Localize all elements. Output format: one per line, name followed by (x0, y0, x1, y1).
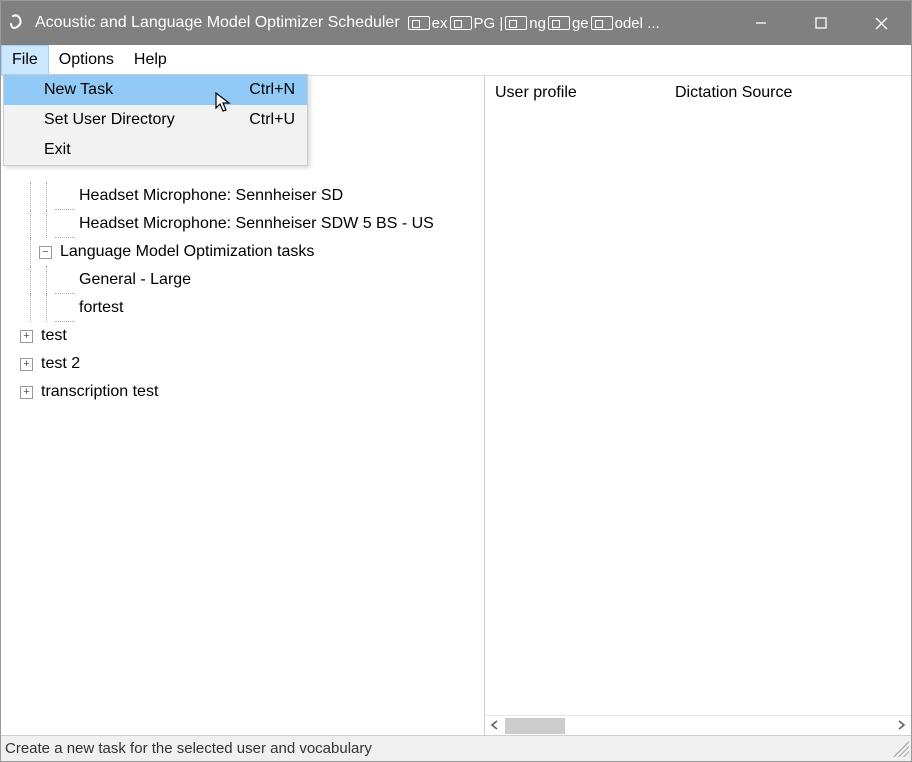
tree-item[interactable]: Headset Microphone: Sennheiser SDW 5 BS … (7, 210, 478, 238)
tree-item-label: transcription test (37, 383, 158, 401)
title-extra: ex PG | ng ge odel ... (406, 15, 660, 32)
tree-item-label: Headset Microphone: Sennheiser SDW 5 BS … (75, 215, 434, 233)
menu-file[interactable]: File (1, 45, 49, 75)
titlebar: Acoustic and Language Model Optimizer Sc… (1, 1, 911, 45)
resize-grip-icon[interactable] (893, 741, 909, 757)
details-panel: User profile Dictation Source (485, 76, 911, 735)
details-body (485, 110, 911, 715)
tree-item-label: test (37, 327, 67, 345)
title-glyph-icon (450, 16, 472, 30)
menu-item-label: New Task (44, 81, 113, 99)
scrollbar-thumb[interactable] (505, 718, 565, 734)
file-dropdown: New Task Ctrl+N Set User Directory Ctrl+… (3, 74, 308, 166)
column-user-profile[interactable]: User profile (493, 84, 673, 102)
scroll-left-icon[interactable] (485, 717, 505, 734)
tree-item[interactable]: fortest (7, 294, 478, 322)
window-title: Acoustic and Language Model Optimizer Sc… (35, 14, 400, 32)
menu-item-label: Exit (44, 141, 71, 159)
tree-item[interactable]: + test 2 (7, 350, 478, 378)
menu-exit[interactable]: Exit (4, 135, 307, 165)
menu-item-label: Set User Directory (44, 111, 175, 129)
scroll-right-icon[interactable] (891, 717, 911, 734)
tree-item[interactable]: General - Large (7, 266, 478, 294)
statusbar: Create a new task for the selected user … (1, 735, 911, 761)
app-icon (7, 13, 27, 33)
collapse-icon[interactable]: − (39, 246, 52, 259)
menu-new-task[interactable]: New Task Ctrl+N (4, 75, 307, 105)
tree-item[interactable]: + test (7, 322, 478, 350)
details-header: User profile Dictation Source (485, 76, 911, 110)
menu-help[interactable]: Help (124, 45, 177, 75)
menu-item-shortcut: Ctrl+N (249, 81, 295, 99)
tree-item-label: test 2 (37, 355, 80, 373)
tree-item[interactable]: Headset Microphone: Sennheiser SD (7, 182, 478, 210)
tree-item[interactable]: + transcription test (7, 378, 478, 406)
menu-set-user-directory[interactable]: Set User Directory Ctrl+U (4, 105, 307, 135)
expand-icon[interactable]: + (20, 358, 33, 371)
title-glyph-icon (408, 16, 430, 30)
close-button[interactable] (851, 1, 911, 45)
scrollbar-track[interactable] (505, 718, 891, 734)
horizontal-scrollbar[interactable] (485, 715, 911, 735)
menu-item-shortcut: Ctrl+U (249, 111, 295, 129)
expand-icon[interactable]: + (20, 386, 33, 399)
tree-item-label: General - Large (75, 271, 191, 289)
tree-item[interactable]: − Language Model Optimization tasks (7, 238, 478, 266)
tree-panel: Headset Microphone: Sennheiser SD Headse… (1, 76, 485, 735)
menubar: File Options Help (1, 45, 911, 75)
minimize-button[interactable] (731, 1, 791, 45)
tree-item-label: fortest (75, 299, 123, 317)
menu-options[interactable]: Options (49, 45, 124, 75)
content-area: Headset Microphone: Sennheiser SD Headse… (1, 75, 911, 735)
maximize-button[interactable] (791, 1, 851, 45)
title-glyph-icon (591, 16, 613, 30)
column-dictation-source[interactable]: Dictation Source (673, 84, 792, 102)
title-glyph-icon (505, 16, 527, 30)
status-text: Create a new task for the selected user … (5, 740, 372, 757)
tree-item-label: Language Model Optimization tasks (56, 243, 314, 261)
tree-item-label: Headset Microphone: Sennheiser SD (75, 187, 343, 205)
title-glyph-icon (548, 16, 570, 30)
expand-icon[interactable]: + (20, 330, 33, 343)
